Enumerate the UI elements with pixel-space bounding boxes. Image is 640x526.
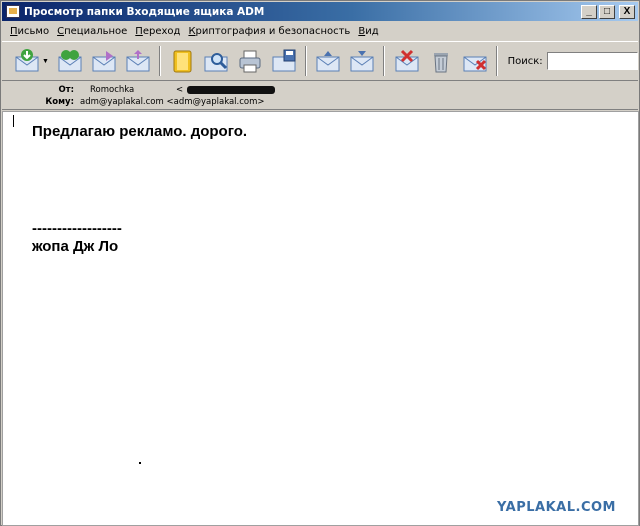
message-body[interactable]: Предлагаю рекламо. дорого. -------------… bbox=[2, 111, 639, 526]
title-bar: Просмотр папки Входящие ящика ADM _ □ X bbox=[2, 2, 638, 21]
from-email-prefix: < bbox=[176, 85, 184, 95]
mail-window: Просмотр папки Входящие ящика ADM _ □ X … bbox=[0, 0, 640, 526]
to-label: Кому: bbox=[45, 97, 74, 107]
from-label: От: bbox=[58, 85, 74, 95]
find-icon[interactable] bbox=[202, 45, 230, 77]
message-header: От: Romochka < Кому: adm@yaplakal.com <a… bbox=[2, 82, 638, 110]
trash-icon[interactable] bbox=[427, 45, 455, 77]
mark-spam-icon[interactable] bbox=[461, 45, 489, 77]
signature-separator: ------------------ bbox=[32, 220, 122, 237]
to-value[interactable]: adm@yaplakal.com <adm@yaplakal.com> bbox=[80, 97, 265, 107]
close-button[interactable]: X bbox=[619, 4, 635, 19]
from-row: От: Romochka < bbox=[2, 84, 276, 96]
menu-go[interactable]: Переход bbox=[131, 26, 184, 37]
forward-icon[interactable] bbox=[90, 45, 118, 77]
menu-crypto[interactable]: Криптография и безопасность bbox=[184, 26, 354, 37]
envelope-app-icon bbox=[6, 5, 20, 18]
signature-text: жопа Дж Ло bbox=[32, 238, 119, 255]
window-title: Просмотр папки Входящие ящика ADM bbox=[24, 5, 265, 18]
move-down-icon[interactable] bbox=[348, 45, 376, 77]
get-mail-dropdown-icon[interactable]: ▼ bbox=[42, 58, 49, 65]
toolbar-separator bbox=[383, 46, 386, 76]
move-up-icon[interactable] bbox=[314, 45, 342, 77]
to-row: Кому: adm@yaplakal.com <adm@yaplakal.com… bbox=[2, 96, 265, 108]
save-icon[interactable] bbox=[270, 45, 298, 77]
toolbar-separator bbox=[495, 46, 498, 76]
compose-icon[interactable] bbox=[124, 45, 152, 77]
print-icon[interactable] bbox=[236, 45, 264, 77]
delete-message-icon[interactable] bbox=[392, 45, 420, 77]
watermark: YAPLAKAL.COM bbox=[497, 500, 616, 515]
get-mail-icon[interactable] bbox=[13, 45, 41, 77]
toolbar-separator bbox=[159, 46, 162, 76]
message-text: Предлагаю рекламо. дорого. bbox=[32, 123, 248, 140]
search-input[interactable] bbox=[546, 52, 639, 70]
menu-letter[interactable]: Письмо bbox=[6, 26, 53, 37]
stray-dot bbox=[139, 462, 141, 464]
toolbar-separator bbox=[305, 46, 308, 76]
maximize-button[interactable]: □ bbox=[599, 4, 615, 19]
address-book-icon[interactable] bbox=[168, 45, 196, 77]
redacted-email bbox=[187, 86, 276, 94]
menu-view[interactable]: Вид bbox=[354, 26, 382, 37]
search-label: Поиск: bbox=[507, 55, 543, 67]
minimize-button[interactable]: _ bbox=[581, 4, 597, 19]
toolbar: ▼ Поиск: bbox=[2, 41, 639, 81]
menu-bar: Письмо Специальное Переход Криптография … bbox=[2, 22, 638, 41]
menu-special[interactable]: Специальное bbox=[53, 26, 131, 37]
from-name[interactable]: Romochka bbox=[80, 85, 176, 95]
reply-all-icon[interactable] bbox=[56, 45, 84, 77]
text-caret bbox=[13, 115, 14, 127]
